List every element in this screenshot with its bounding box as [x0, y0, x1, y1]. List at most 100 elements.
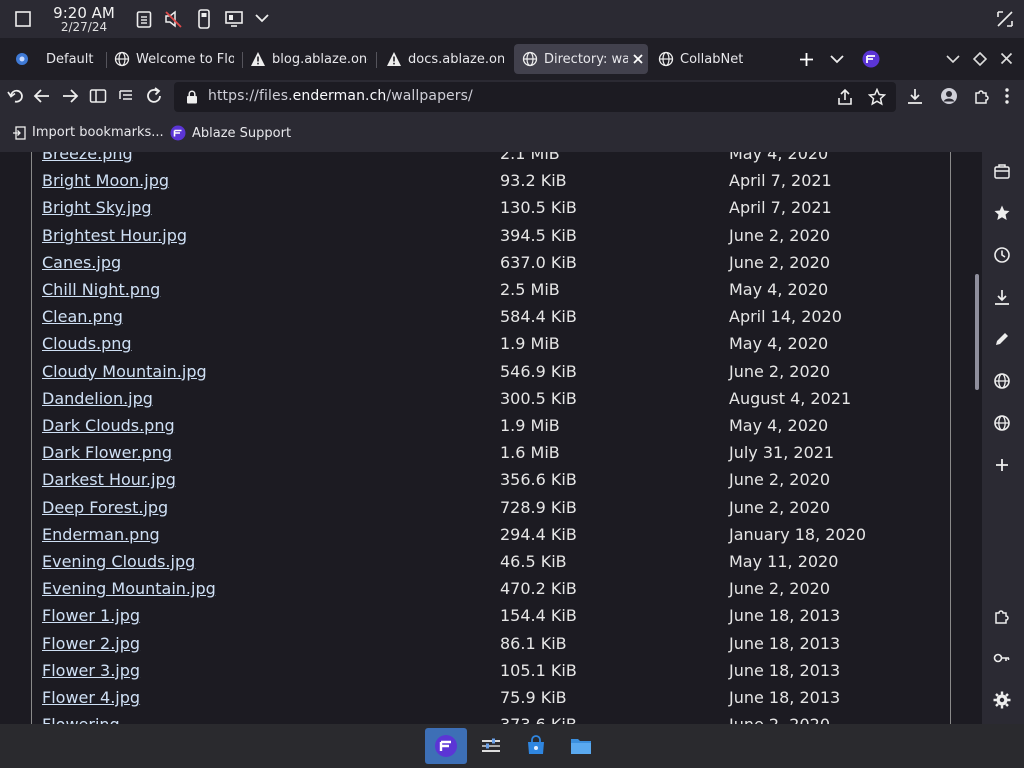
maximize-diamond-icon[interactable]: [973, 52, 987, 66]
cursor-settings-icon[interactable]: [996, 10, 1014, 28]
file-size: 356.6 KiB: [500, 470, 577, 490]
share-icon[interactable]: [836, 88, 854, 106]
file-name-link[interactable]: Evening Mountain.jpg: [42, 579, 216, 599]
tab-collabnet[interactable]: CollabNet: [658, 44, 768, 74]
tab-directory-wallpapers[interactable]: Directory: wall: [514, 44, 648, 74]
downloads-icon[interactable]: [906, 87, 924, 105]
account-avatar-icon[interactable]: [940, 87, 958, 105]
file-name-link[interactable]: Flowering: [42, 715, 120, 724]
page-content[interactable]: Breeze.png 2.1 MiB May 4, 2020 Bright Moon.…: [0, 152, 982, 724]
url-text[interactable]: https://files.enderman.ch/wallpapers/: [208, 88, 473, 104]
add-panel-icon[interactable]: [993, 456, 1011, 474]
bookmark-label: Import bookmarks...: [32, 125, 164, 140]
close-tab-icon[interactable]: [632, 53, 644, 65]
chevron-down-icon[interactable]: [255, 13, 269, 23]
forward-arrow-icon[interactable]: [61, 87, 79, 105]
tab-docs[interactable]: docs.ablaze.one/: [386, 44, 504, 74]
close-window-icon[interactable]: [1000, 52, 1013, 65]
file-date: May 11, 2020: [729, 552, 839, 571]
bookmarks-star-icon[interactable]: [993, 204, 1011, 222]
lock-icon[interactable]: [186, 90, 198, 104]
url-host: enderman.ch: [292, 88, 387, 104]
web-panel-icon[interactable]: [993, 414, 1011, 432]
file-name-link[interactable]: Flower 1.jpg: [42, 606, 140, 626]
web-panel-icon[interactable]: [993, 372, 1011, 390]
file-name-link[interactable]: Dark Flower.png: [42, 443, 172, 463]
file-name-link[interactable]: Brightest Hour.jpg: [42, 226, 187, 246]
file-date: May 4, 2020: [729, 416, 829, 435]
clock-date[interactable]: 2/27/24: [52, 20, 116, 34]
warning-icon: [386, 51, 402, 67]
file-name-link[interactable]: Evening Clouds.jpg: [42, 552, 195, 572]
system-top-bar: 9:20 AM 2/27/24: [0, 0, 1024, 38]
file-name-link[interactable]: Flower 2.jpg: [42, 634, 140, 654]
container-icon[interactable]: [993, 162, 1011, 180]
file-date: June 2, 2020: [729, 252, 830, 272]
bookmark-import[interactable]: Import bookmarks...: [12, 125, 164, 140]
file-date: June 2, 2020: [729, 579, 830, 599]
extensions-icon[interactable]: [993, 607, 1011, 625]
minimize-chevron-icon[interactable]: [946, 54, 960, 64]
file-name-link[interactable]: Deep Forest.jpg: [42, 498, 168, 518]
url-bar[interactable]: https://files.enderman.ch/wallpapers/: [174, 82, 896, 112]
file-date: June 2, 2020: [729, 361, 830, 381]
downloads-icon[interactable]: [993, 288, 1011, 306]
file-name-link[interactable]: Chill Night.png: [42, 280, 160, 300]
back-arrow-icon[interactable]: [33, 87, 51, 105]
display-icon[interactable]: [225, 10, 243, 28]
tab-blog[interactable]: blog.ablaze.one/: [250, 44, 368, 74]
file-name-link[interactable]: Flower 4.jpg: [42, 688, 140, 708]
tab-welcome[interactable]: Welcome to Floo: [114, 44, 234, 74]
sidebar-toggle-icon[interactable]: [89, 87, 107, 105]
list-tabs-chevron-icon[interactable]: [830, 54, 844, 64]
passwords-key-icon[interactable]: [993, 649, 1011, 667]
file-name-link[interactable]: Cloudy Mountain.jpg: [42, 362, 207, 382]
file-manager-task[interactable]: [560, 728, 602, 764]
floorp-browser-task[interactable]: [425, 728, 467, 764]
navigation-bar: https://files.enderman.ch/wallpapers/: [0, 80, 1024, 114]
file-size: 1.9 MiB: [500, 334, 560, 354]
file-name-link[interactable]: Darkest Hour.jpg: [42, 470, 176, 490]
scrollbar-thumb[interactable]: [975, 274, 979, 390]
menu-kebab-icon[interactable]: [1004, 87, 1010, 105]
tab-label: blog.ablaze.one/: [272, 51, 368, 67]
file-size: 373.6 KiB: [500, 715, 577, 724]
extensions-puzzle-icon[interactable]: [973, 87, 991, 105]
system-settings-task[interactable]: [470, 728, 512, 764]
history-icon[interactable]: [993, 246, 1011, 264]
window-icon[interactable]: [15, 11, 31, 27]
file-date: July 31, 2021: [729, 443, 835, 463]
clipboard-icon[interactable]: [136, 10, 152, 28]
settings-gear-icon[interactable]: [993, 691, 1011, 709]
bookmark-ablaze-support[interactable]: Ablaze Support: [170, 125, 291, 141]
reload-icon[interactable]: [145, 87, 163, 105]
notes-pen-icon[interactable]: [993, 330, 1011, 348]
file-date: May 4, 2020: [729, 152, 829, 163]
usb-icon[interactable]: [197, 9, 211, 29]
file-size: 470.2 KiB: [500, 579, 577, 599]
file-name-link[interactable]: Clouds.png: [42, 334, 132, 354]
import-icon: [12, 125, 26, 140]
file-name-link[interactable]: Enderman.png: [42, 525, 160, 545]
undo-close-icon[interactable]: [7, 87, 25, 105]
file-size: 130.5 KiB: [500, 198, 577, 218]
bookmark-star-icon[interactable]: [868, 88, 886, 106]
file-date: June 2, 2020: [729, 470, 830, 490]
file-name-link[interactable]: Dandelion.jpg: [42, 389, 153, 409]
new-tab-plus-icon[interactable]: [799, 52, 814, 67]
tree-style-tabs-icon[interactable]: [117, 87, 135, 105]
file-name-link[interactable]: Clean.png: [42, 307, 123, 327]
volume-muted-icon[interactable]: [164, 10, 182, 28]
file-size: 1.6 MiB: [500, 443, 560, 463]
floorp-logo-icon[interactable]: [862, 50, 880, 68]
bookmark-label: Ablaze Support: [192, 125, 292, 141]
profile-tab-default[interactable]: Default: [14, 44, 104, 74]
file-name-link[interactable]: Dark Clouds.png: [42, 416, 175, 436]
file-name-link[interactable]: Flower 3.jpg: [42, 661, 140, 681]
file-name-link[interactable]: Breeze.png: [42, 152, 133, 164]
file-size: 637.0 KiB: [500, 252, 577, 272]
discover-store-task[interactable]: [515, 728, 557, 764]
file-name-link[interactable]: Canes.jpg: [42, 253, 121, 273]
file-name-link[interactable]: Bright Sky.jpg: [42, 198, 152, 218]
file-name-link[interactable]: Bright Moon.jpg: [42, 171, 169, 191]
